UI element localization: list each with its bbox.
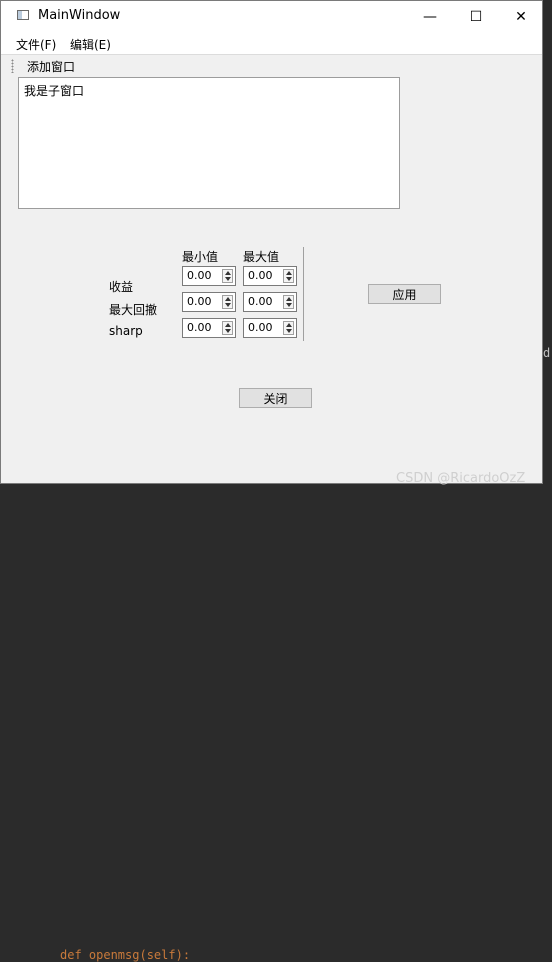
maximize-button[interactable]: ☐ bbox=[453, 1, 499, 32]
spin-up-icon[interactable] bbox=[286, 323, 292, 327]
spinbox-value: 0.00 bbox=[187, 295, 212, 308]
background-code-text: def openmsg(self): bbox=[60, 948, 191, 962]
spin-up-icon[interactable] bbox=[286, 271, 292, 275]
profit-min-spinbox[interactable]: 0.00 bbox=[182, 266, 236, 286]
app-window-icon bbox=[17, 10, 29, 20]
spin-arrows[interactable] bbox=[283, 321, 294, 335]
sharp-max-spinbox[interactable]: 0.00 bbox=[243, 318, 297, 338]
spin-arrows[interactable] bbox=[283, 295, 294, 309]
drawdown-max-spinbox[interactable]: 0.00 bbox=[243, 292, 297, 312]
close-window-button[interactable]: ✕ bbox=[498, 1, 544, 32]
spin-up-icon[interactable] bbox=[286, 297, 292, 301]
row-label-sharp: sharp bbox=[109, 324, 143, 338]
spin-arrows[interactable] bbox=[222, 295, 233, 309]
max-value-header: 最大值 bbox=[243, 250, 280, 264]
window-title: MainWindow bbox=[38, 8, 121, 23]
toolbar-grip-handle[interactable] bbox=[11, 59, 14, 73]
toolbar: 添加窗口 bbox=[1, 54, 542, 77]
close-button[interactable]: 关闭 bbox=[239, 388, 312, 408]
spinbox-value: 0.00 bbox=[187, 321, 212, 334]
spinbox-value: 0.00 bbox=[248, 269, 273, 282]
menu-bar: 文件(F) 编辑(E) bbox=[1, 32, 542, 54]
spin-down-icon[interactable] bbox=[225, 277, 231, 281]
spin-up-icon[interactable] bbox=[225, 297, 231, 301]
spin-down-icon[interactable] bbox=[286, 277, 292, 281]
background-code-fragment: d bbox=[543, 346, 551, 360]
menu-file[interactable]: 文件(F) bbox=[16, 36, 56, 53]
main-window: MainWindow — ☐ ✕ 文件(F) 编辑(E) 添加窗口 我是子窗口 … bbox=[0, 0, 543, 484]
spin-arrows[interactable] bbox=[283, 269, 294, 283]
drawdown-min-spinbox[interactable]: 0.00 bbox=[182, 292, 236, 312]
minimize-button[interactable]: — bbox=[407, 1, 453, 32]
menu-edit[interactable]: 编辑(E) bbox=[70, 36, 111, 53]
sharp-min-spinbox[interactable]: 0.00 bbox=[182, 318, 236, 338]
add-window-button[interactable]: 添加窗口 bbox=[27, 58, 75, 75]
vertical-divider bbox=[303, 247, 304, 341]
spin-up-icon[interactable] bbox=[225, 323, 231, 327]
profit-max-spinbox[interactable]: 0.00 bbox=[243, 266, 297, 286]
spinbox-value: 0.00 bbox=[187, 269, 212, 282]
watermark: CSDN @RicardoOzZ bbox=[396, 471, 526, 486]
spinbox-value: 0.00 bbox=[248, 295, 273, 308]
spin-down-icon[interactable] bbox=[286, 303, 292, 307]
title-bar[interactable]: MainWindow — ☐ ✕ bbox=[1, 1, 542, 32]
min-value-header: 最小值 bbox=[182, 250, 219, 264]
sub-window[interactable]: 我是子窗口 bbox=[18, 77, 400, 209]
spinbox-value: 0.00 bbox=[248, 321, 273, 334]
spin-down-icon[interactable] bbox=[286, 329, 292, 333]
row-label-profit: 收益 bbox=[109, 280, 134, 294]
spin-up-icon[interactable] bbox=[225, 271, 231, 275]
apply-button[interactable]: 应用 bbox=[368, 284, 441, 304]
spin-arrows[interactable] bbox=[222, 321, 233, 335]
spin-down-icon[interactable] bbox=[225, 329, 231, 333]
sub-window-text: 我是子窗口 bbox=[24, 84, 85, 98]
row-label-max-drawdown: 最大回撤 bbox=[109, 303, 158, 317]
spin-down-icon[interactable] bbox=[225, 303, 231, 307]
spin-arrows[interactable] bbox=[222, 269, 233, 283]
